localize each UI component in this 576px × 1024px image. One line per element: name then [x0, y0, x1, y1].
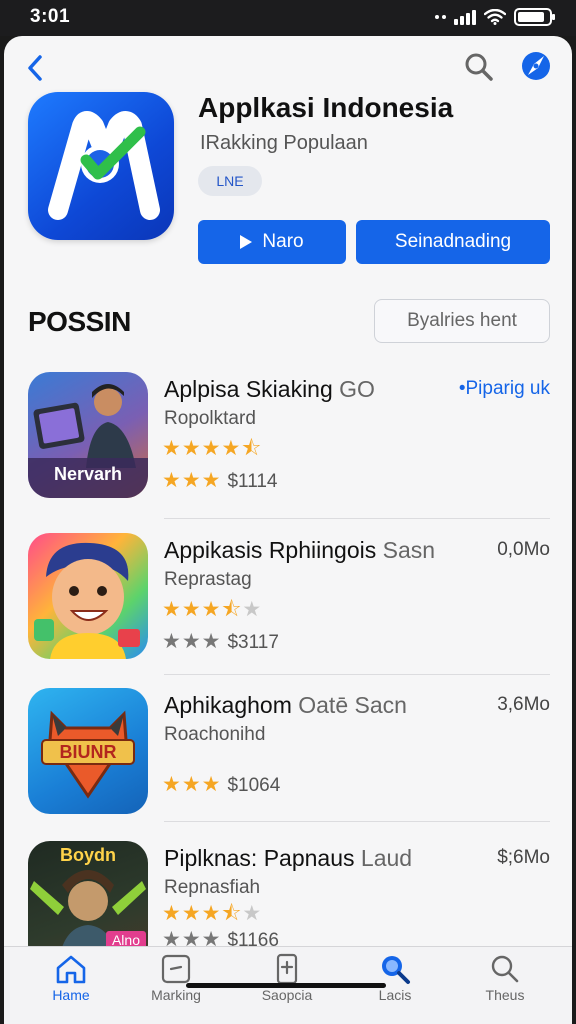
- thumbnail-top-label: Boydn: [60, 845, 116, 865]
- star-icon: ★: [162, 902, 182, 925]
- list-item[interactable]: Nervarh Aplpisa Skiaking GO Ropolktard •…: [4, 372, 572, 512]
- app-thumbnail: Nervarh: [28, 372, 148, 498]
- star-icon: ⯪: [241, 437, 263, 460]
- app-store-sheet: Applkasi Indonesia IRakking Populaan LNE…: [4, 36, 572, 1024]
- item-title-suffix: GO: [339, 376, 375, 402]
- compass-icon: [522, 52, 550, 80]
- thumbnail-label: BIUNR: [59, 742, 117, 762]
- section-title: POSSIN: [28, 306, 131, 337]
- app-title: Applkasi Indonesia: [198, 92, 454, 123]
- tab-label: Saopcia: [261, 987, 313, 1003]
- search-button[interactable]: [462, 50, 496, 84]
- home-indicator: [186, 983, 386, 988]
- star-icon: ⯪: [221, 598, 243, 621]
- wifi-icon: [484, 9, 506, 25]
- compass-button[interactable]: [518, 48, 554, 84]
- lacis-search-icon: [382, 956, 410, 984]
- open-button[interactable]: Naro: [198, 220, 346, 264]
- item-title: Aplpisa Skiaking GO: [164, 376, 375, 402]
- star-icon: ★: [181, 902, 202, 925]
- search-icon: [465, 53, 493, 81]
- price-line: ★★★ $1064: [162, 772, 280, 797]
- item-category: Ropolktard: [164, 408, 256, 429]
- item-price: $1064: [227, 775, 281, 796]
- open-button-label: Naro: [262, 231, 304, 252]
- item-title-suffix: Laud: [360, 845, 413, 871]
- divider: [164, 518, 550, 519]
- item-title-suffix: Oatē Sacn: [298, 692, 407, 718]
- price-stars-icon: ★★★: [162, 469, 222, 492]
- app-logo-icon: [48, 111, 160, 220]
- star-icon: ★: [201, 437, 222, 460]
- app-subtitle: IRakking Populaan: [200, 132, 368, 154]
- tab-label: Marking: [151, 987, 201, 1003]
- price-line: ★★★ $1114: [162, 468, 278, 493]
- item-price: $1114: [227, 471, 278, 492]
- status-icons: [435, 8, 555, 26]
- search-icon: [491, 955, 519, 983]
- item-side-info: 0,0Mo: [497, 539, 550, 560]
- marking-icon: [161, 954, 191, 984]
- item-title: Piplknas: Papnaus Laud: [164, 845, 413, 871]
- list-item[interactable]: Appikasis Rphiingois Sasn Reprastag 0,0M…: [4, 533, 572, 673]
- rating-stars: ★★★⯪★: [162, 595, 262, 630]
- item-category: Roachonihd: [164, 724, 266, 745]
- status-time: 3:01: [30, 6, 71, 27]
- signal-dots-icon: [435, 15, 446, 19]
- star-icon: ⯪: [221, 902, 243, 925]
- thumbnail-label: Nervarh: [53, 464, 123, 484]
- tab-label: Lacis: [378, 987, 412, 1003]
- star-icon: ★: [221, 437, 242, 460]
- download-button[interactable]: Seinadnading: [356, 220, 550, 264]
- home-icon: [56, 955, 86, 984]
- star-icon: ★: [162, 598, 182, 621]
- play-icon: [240, 235, 253, 249]
- tab-home[interactable]: Hame: [26, 953, 116, 1003]
- tab-theus[interactable]: Theus: [460, 953, 550, 1003]
- star-icon: ★: [242, 902, 263, 925]
- tab-saopcia[interactable]: Saopcia: [242, 953, 332, 1003]
- star-icon: ★: [162, 437, 182, 460]
- app-badge: LNE: [198, 166, 262, 196]
- item-price: $3117: [227, 632, 279, 653]
- item-side-info: •Piparig uk: [458, 378, 550, 399]
- list-item[interactable]: BIUNR Aphikaghom Oatē Sacn Roachonihd 3,…: [4, 688, 572, 828]
- star-icon: ★: [181, 437, 202, 460]
- tab-label: Theus: [485, 987, 525, 1003]
- divider: [164, 821, 550, 822]
- battery-icon: [514, 8, 555, 26]
- divider: [164, 674, 550, 675]
- app-icon: [28, 92, 174, 240]
- tab-label: Hame: [52, 987, 90, 1003]
- item-side-info: $;6Mo: [497, 847, 550, 868]
- item-title-suffix: Sasn: [382, 537, 436, 563]
- price-stars-icon: ★★★: [162, 630, 222, 653]
- star-icon: ★: [181, 598, 202, 621]
- app-thumbnail: BIUNR: [28, 688, 148, 814]
- phone-icon: [276, 953, 298, 985]
- item-category: Reprastag: [164, 569, 252, 590]
- cellular-signal-icon: [454, 9, 476, 25]
- item-side-info: 3,6Mo: [497, 694, 550, 715]
- back-button[interactable]: [22, 52, 50, 84]
- item-title: Appikasis Rphiingois Sasn: [164, 537, 436, 563]
- see-all-button[interactable]: Byalries hent: [374, 299, 550, 343]
- status-bar: 3:01: [0, 0, 576, 36]
- tab-marking[interactable]: Marking: [131, 953, 221, 1003]
- star-icon: ★: [242, 598, 263, 621]
- download-button-label: Seinadnading: [394, 231, 512, 252]
- chevron-left-icon: [28, 55, 42, 81]
- price-stars-icon: ★★★: [162, 773, 222, 796]
- item-category: Repnasfiah: [164, 877, 261, 898]
- tab-lacis[interactable]: Lacis: [350, 953, 440, 1003]
- app-thumbnail: [28, 533, 148, 659]
- item-title: Aphikaghom Oatē Sacn: [164, 692, 407, 718]
- rating-stars: ★★★★⯪: [162, 434, 262, 469]
- star-icon: ★: [201, 902, 222, 925]
- cartoon-boy-icon: [34, 542, 140, 659]
- star-icon: ★: [201, 598, 222, 621]
- price-line: ★★★ $3117: [162, 629, 279, 654]
